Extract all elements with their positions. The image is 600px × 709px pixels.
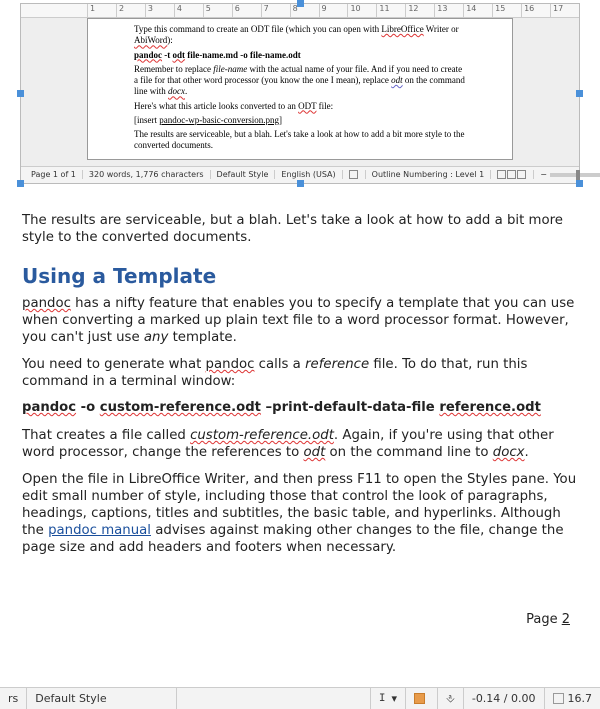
status-page: Page 1 of 1	[25, 170, 83, 179]
para: That creates a file called custom-refere…	[22, 427, 578, 461]
selection-handle[interactable]	[576, 90, 583, 97]
status-word-count: 320 words, 1,776 characters	[83, 170, 211, 179]
embed-para: Here's what this article looks converted…	[134, 101, 466, 112]
selection-handle[interactable]	[17, 90, 24, 97]
status-outline: Outline Numbering : Level 1	[366, 170, 492, 179]
selection-handle[interactable]	[17, 180, 24, 187]
status-spacer	[177, 688, 371, 709]
status-view-icons	[491, 170, 534, 179]
status-left-fragment: rs	[0, 688, 27, 709]
status-language: English (USA)	[275, 170, 342, 179]
status-insert-mode	[343, 170, 366, 179]
status-zoom-slider[interactable]: −+	[534, 170, 600, 179]
status-cursor-position: -0.14 / 0.00	[464, 688, 545, 709]
embed-para: [insert pandoc-wp-basic-conversion.png]	[134, 115, 466, 126]
para: pandoc has a nifty feature that enables …	[22, 295, 578, 346]
embedded-doc-area: Type this command to create an ODT file …	[21, 18, 579, 166]
document-body: The results are serviceable, but a blah.…	[0, 184, 600, 557]
para: Open the file in LibreOffice Writer, and…	[22, 471, 578, 556]
embedded-screenshot[interactable]: 1234567891011121314151617 Type this comm…	[20, 3, 580, 184]
para: You need to generate what pandoc calls a…	[22, 356, 578, 390]
intro-para: The results are serviceable, but a blah.…	[22, 212, 578, 246]
selection-handle[interactable]	[297, 0, 304, 7]
status-cursor-icon: ⎀	[438, 688, 464, 709]
status-save-icon[interactable]	[406, 688, 438, 709]
embed-para: The results are serviceable, but a blah.…	[134, 129, 466, 152]
status-zoom-icons[interactable]: 16.7	[545, 688, 600, 709]
pandoc-manual-link[interactable]: pandoc manual	[48, 523, 151, 538]
status-style: Default Style	[211, 170, 276, 179]
outer-status-bar: rs Default Style I▾ ⎀ -0.14 / 0.00 16.7	[0, 687, 600, 709]
status-style-name[interactable]: Default Style	[27, 688, 177, 709]
selection-handle[interactable]	[576, 180, 583, 187]
selection-handle[interactable]	[297, 180, 304, 187]
page-number: Page 2	[0, 566, 600, 627]
embedded-page: Type this command to create an ODT file …	[87, 18, 513, 160]
embed-command: pandoc -t odt file-name.md -o file-name.…	[134, 50, 466, 61]
embed-para: Type this command to create an ODT file …	[134, 24, 466, 47]
embed-para: Remember to replace file-name with the a…	[134, 64, 466, 98]
status-insert-mode-icon[interactable]: I▾	[371, 688, 406, 709]
heading-using-a-template: Using a Template	[22, 264, 578, 290]
command-line: pandoc -o custom-reference.odt –print-de…	[22, 400, 578, 417]
